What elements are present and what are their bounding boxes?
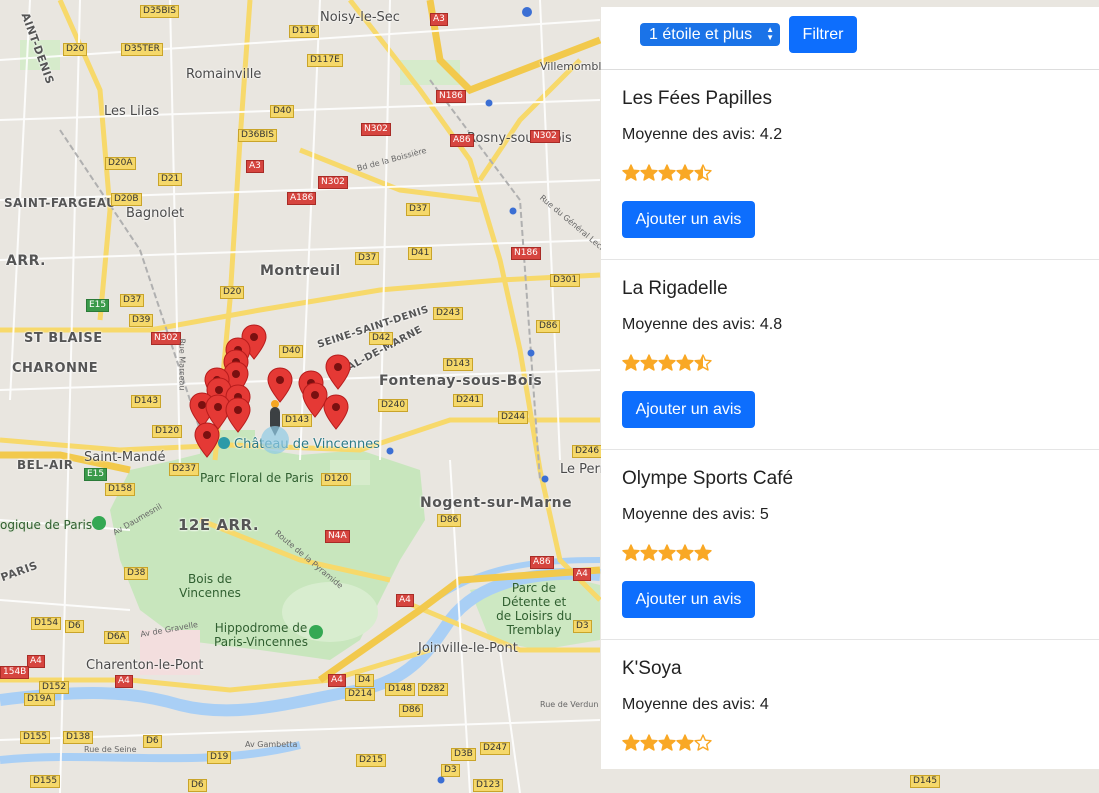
castle-poi-icon xyxy=(218,437,230,449)
star-full-icon xyxy=(622,164,640,181)
star-full-icon xyxy=(658,734,676,751)
hippodrome-poi-icon xyxy=(309,625,323,639)
rail-station-icon xyxy=(541,475,549,483)
filter-button[interactable]: Filtrer xyxy=(789,16,857,53)
restaurant-name: K'Soya xyxy=(622,658,682,679)
restaurant-average: Moyenne des avis: 4.8 xyxy=(622,316,783,333)
restaurant-marker[interactable] xyxy=(267,367,293,403)
star-full-icon xyxy=(658,164,676,181)
star-full-icon xyxy=(640,544,658,561)
star-half-icon xyxy=(694,354,712,371)
star-full-icon xyxy=(676,734,694,751)
rail-station-icon xyxy=(522,7,532,17)
restaurant-average: Moyenne des avis: 4 xyxy=(622,696,769,713)
rail-station-icon xyxy=(527,349,535,357)
restaurant-marker[interactable] xyxy=(325,354,351,390)
zoo-poi-icon xyxy=(92,516,106,530)
star-full-icon xyxy=(622,544,640,561)
restaurant-marker[interactable] xyxy=(302,382,328,418)
star-full-icon xyxy=(676,354,694,371)
star-full-icon xyxy=(694,544,712,561)
restaurant-marker[interactable] xyxy=(225,397,251,433)
star-full-icon xyxy=(658,544,676,561)
rating-filter-value: 1 étoile et plus xyxy=(649,26,753,43)
restaurant-name: Olympe Sports Café xyxy=(622,468,794,489)
restaurant-card: K'Soya Moyenne des avis: 4 xyxy=(601,640,1099,769)
star-full-icon xyxy=(658,354,676,371)
restaurant-panel: 1 étoile et plus ▲ ▼ Filtrer Les Fées Pap… xyxy=(601,7,1099,769)
restaurant-average: Moyenne des avis: 4.2 xyxy=(622,126,783,143)
star-full-icon xyxy=(640,354,658,371)
rail-station-icon xyxy=(485,99,493,107)
lake-icon xyxy=(261,426,289,454)
rating-stars xyxy=(622,734,712,754)
rail-station-icon xyxy=(386,447,394,455)
star-full-icon xyxy=(622,354,640,371)
star-empty-icon xyxy=(694,734,712,751)
star-full-icon xyxy=(640,734,658,751)
star-full-icon xyxy=(676,544,694,561)
rail-station-icon xyxy=(509,207,517,215)
restaurant-card: Les Fées Papilles Moyenne des avis: 4.2 … xyxy=(601,70,1099,261)
rail-station-icon xyxy=(437,776,445,784)
rating-filter-select[interactable]: 1 étoile et plus ▲ ▼ xyxy=(640,23,780,46)
star-half-icon xyxy=(694,164,712,181)
star-full-icon xyxy=(640,164,658,181)
rating-stars xyxy=(622,354,712,374)
restaurant-marker[interactable] xyxy=(323,394,349,430)
restaurant-name: Les Fées Papilles xyxy=(622,88,772,109)
rating-stars xyxy=(622,164,712,184)
add-review-button[interactable]: Ajouter un avis xyxy=(622,391,755,428)
restaurant-card: Olympe Sports Café Moyenne des avis: 5 A… xyxy=(601,450,1099,641)
filter-bar: 1 étoile et plus ▲ ▼ Filtrer xyxy=(601,7,1099,70)
star-full-icon xyxy=(622,734,640,751)
rating-stars xyxy=(622,544,712,564)
restaurant-marker[interactable] xyxy=(194,422,220,458)
restaurant-name: La Rigadelle xyxy=(622,278,728,299)
restaurant-card: La Rigadelle Moyenne des avis: 4.8 Ajout… xyxy=(601,260,1099,451)
restaurant-average: Moyenne des avis: 5 xyxy=(622,506,769,523)
select-arrows-icon: ▲ ▼ xyxy=(766,25,774,42)
add-review-button[interactable]: Ajouter un avis xyxy=(622,201,755,238)
star-full-icon xyxy=(676,164,694,181)
add-review-button[interactable]: Ajouter un avis xyxy=(622,581,755,618)
